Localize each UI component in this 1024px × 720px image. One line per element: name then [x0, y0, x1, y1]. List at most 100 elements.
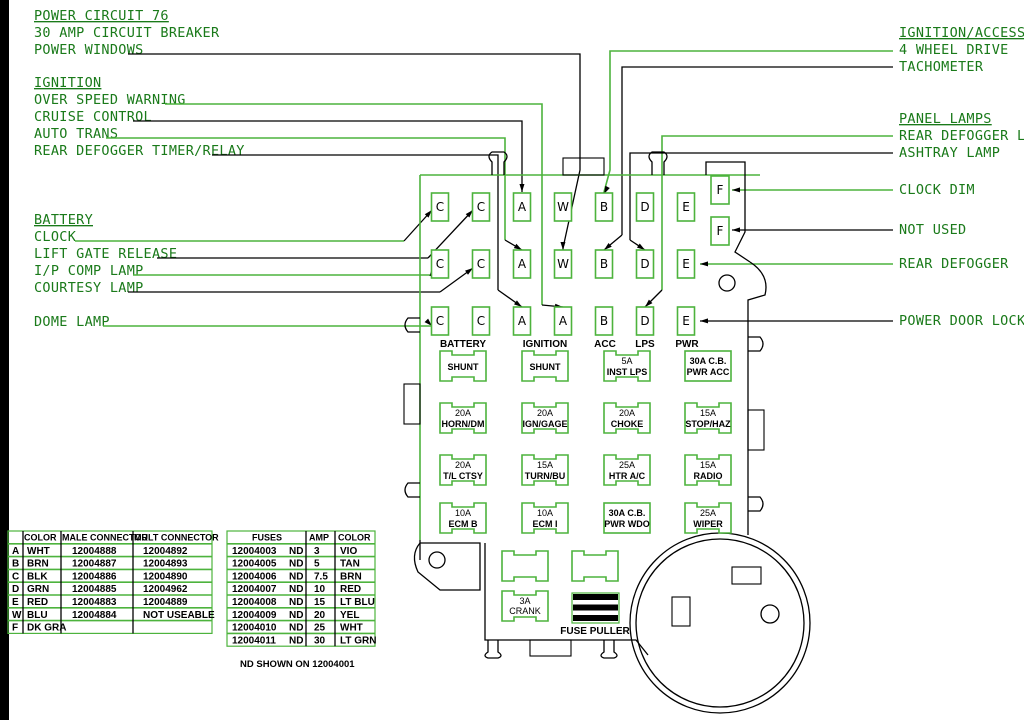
fuse-circuit: SHUNT [530, 362, 562, 372]
connector-letter: C [436, 200, 444, 214]
table-cell: DK GRA [27, 623, 66, 634]
fuse-circuit: HTR A/C [609, 471, 646, 481]
fuse-circuit: RADIO [694, 471, 723, 481]
side-clip-right [748, 336, 764, 352]
table-cell: ND [289, 571, 303, 582]
fuse-puller-label: FUSE PULLER [560, 626, 630, 637]
table-cell: ND [289, 546, 303, 557]
fuse-rating: 20A [537, 408, 553, 418]
fuse-rating: 15A [537, 460, 553, 470]
table-header: AMP [309, 533, 329, 543]
group-heading: BATTERY [34, 212, 93, 228]
fuse-circuit: HORN/DM [442, 419, 485, 429]
circuit-labels: POWER CIRCUIT 7630 AMP CIRCUIT BREAKERPO… [34, 8, 1024, 330]
table-header: FUSES [252, 533, 282, 543]
connector-group-label: PWR [675, 339, 699, 350]
circuit-label: POWER WINDOWS [34, 42, 144, 58]
clip-tab [484, 640, 502, 659]
table-cell: WHT [340, 623, 363, 634]
bottom-tab [529, 639, 572, 657]
table-cell: ND [289, 623, 303, 634]
circuit-label: COURTESY LAMP [34, 280, 144, 296]
connector-letter: C [477, 200, 485, 214]
fuse-circuit: ECM B [449, 519, 479, 529]
arrow-head [700, 318, 709, 324]
table-cell: 5 [314, 559, 320, 570]
table-cell: BRN [27, 559, 49, 570]
fuse-rating: 15A [700, 408, 716, 418]
group-heading: IGNITION [34, 75, 101, 91]
table-cell: 12004010 [232, 623, 277, 634]
clip-tab [600, 640, 618, 659]
leader-line [603, 50, 893, 193]
table-cell: WHT [27, 546, 50, 557]
connector-letter: C [436, 314, 444, 328]
fuse-rating: 20A [455, 408, 471, 418]
table-cell: BLK [27, 571, 48, 582]
circuit-label: CLOCK [34, 229, 77, 245]
arrow-head [514, 300, 522, 307]
table-cell: 12004003 [232, 546, 277, 557]
connector-group-label: IGNITION [523, 339, 567, 350]
circuit-label: DOME LAMP [34, 314, 110, 330]
connector-letter: E [682, 314, 690, 328]
table-cell: E [12, 597, 19, 608]
box-right-edge [747, 261, 767, 535]
top-tab [562, 157, 605, 176]
connector-letter: W [557, 200, 569, 214]
connector-letter: C [477, 257, 485, 271]
table-cell: 12004889 [143, 597, 188, 608]
table-cell: 12004883 [72, 597, 117, 608]
fuse-puller-grip [573, 604, 618, 611]
connector-letter: W [557, 257, 569, 271]
circuit-label: CLOCK DIM [899, 182, 975, 198]
fuse-circuit: TURN/BU [525, 471, 566, 481]
cover-hole [760, 604, 780, 624]
wiring-leaders [75, 50, 893, 327]
connector-letter: D [640, 257, 649, 271]
table-cell: 12004885 [72, 584, 117, 595]
circuit-label: REAR DEFOGGER TIMER/RELAY [34, 143, 245, 159]
side-clip-left [404, 317, 420, 333]
fuse-circuit: SHUNT [448, 362, 480, 372]
connector-letter: A [518, 314, 527, 328]
table-cell: W [12, 610, 22, 621]
connector-letter: D [640, 314, 649, 328]
table-header: MULT CONNECTOR [134, 533, 219, 543]
table-cell: 12004886 [72, 571, 117, 582]
connector-letter: B [600, 257, 608, 271]
fuse-table-note: ND SHOWN ON 12004001 [240, 659, 355, 670]
connector-letter: B [600, 200, 608, 214]
table-cell: GRN [27, 584, 49, 595]
round-cover-inner [635, 538, 805, 708]
table-cell: 12004887 [72, 559, 117, 570]
table-cell: ND [289, 610, 303, 621]
table-header: COLOR [24, 533, 57, 543]
connector-letter: E [682, 257, 690, 271]
arrow-head [519, 183, 525, 192]
table-cell: B [12, 559, 19, 570]
table-cell: 12004893 [143, 559, 188, 570]
fuse-rating: 20A [619, 408, 635, 418]
fuse-puller-grip [573, 594, 618, 600]
fuse-rating: 25A [700, 508, 716, 518]
arrow-head [732, 187, 741, 193]
fuse-rating: 30A C.B. [609, 508, 646, 518]
group-heading: IGNITION/ACCESSORY [899, 25, 1024, 41]
table-cell: VIO [340, 546, 357, 557]
table-cell: 10 [314, 584, 326, 595]
table-cell: 15 [314, 597, 326, 608]
table-cell: 12004011 [232, 635, 276, 646]
group-heading: PANEL LAMPS [899, 111, 992, 127]
table-cell: 12004890 [143, 571, 188, 582]
table-cell: BRN [340, 571, 362, 582]
table-cell: D [12, 584, 19, 595]
fuse-rating: 25A [619, 460, 635, 470]
fuse-circuit: INST LPS [607, 367, 648, 377]
fuse-circuit: PWR WDO [604, 519, 650, 529]
side-tab-right [747, 409, 765, 451]
circuit-label: TACHOMETER [899, 59, 984, 75]
mount-hole [718, 274, 736, 292]
circuit-label: I/P COMP LAMP [34, 263, 144, 279]
fuse-box-diagram: POWER CIRCUIT 7630 AMP CIRCUIT BREAKERPO… [7, 8, 1024, 714]
